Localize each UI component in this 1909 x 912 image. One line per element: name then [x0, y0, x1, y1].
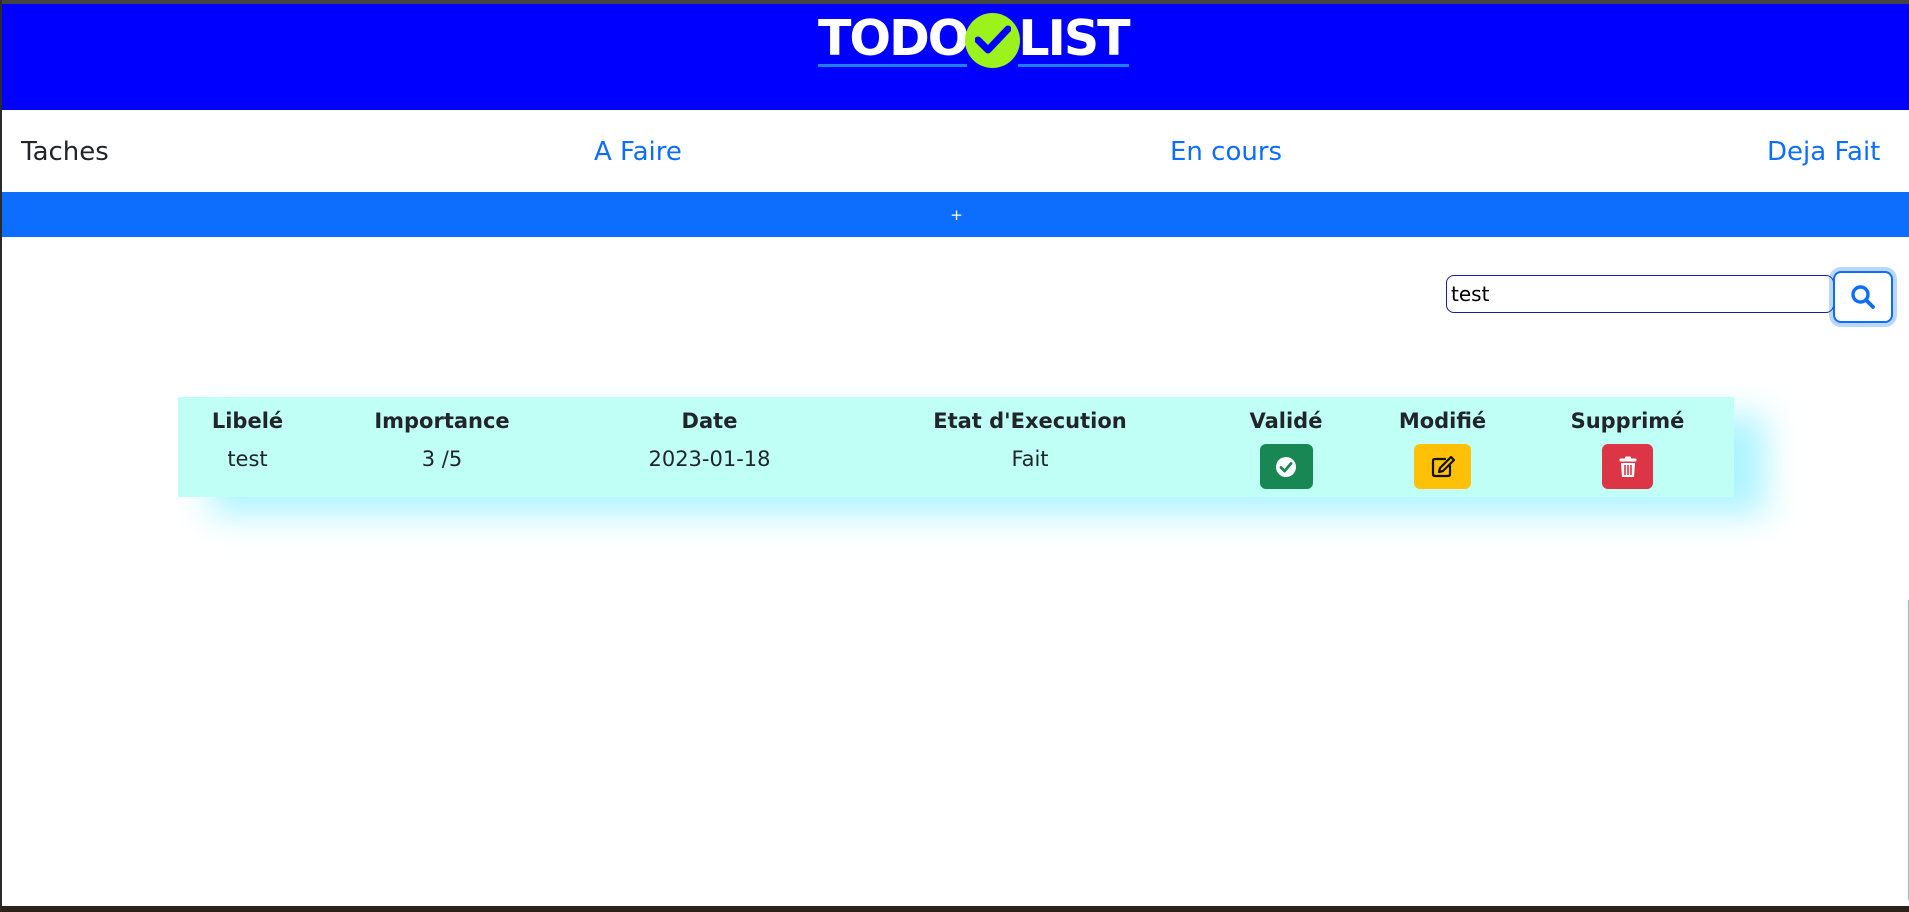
page: TODO LIST Taches A Faire En cours Deja F… [0, 0, 1909, 912]
column-header-date: Date [681, 409, 738, 433]
main-nav: Taches A Faire En cours Deja Fait [2, 110, 1909, 192]
cell-supprimer [1521, 439, 1734, 494]
logo-text-right: LIST [1018, 9, 1131, 67]
search-button[interactable] [1833, 271, 1893, 323]
logo-link[interactable]: TODO LIST [818, 9, 1131, 68]
table-row: test 3 /5 2023-01-18 Fait [178, 439, 1734, 494]
task-status: Fait [1011, 447, 1049, 471]
cell-etat: Fait [852, 439, 1208, 494]
check-circle-icon [1276, 456, 1296, 477]
window-bottom-border [2, 906, 1909, 912]
column-header-etat: Etat d'Execution [933, 409, 1127, 433]
edit-button[interactable] [1414, 444, 1471, 489]
tasks-table: Libelé Importance Date Etat d'Execution … [178, 397, 1734, 494]
cell-valider [1208, 439, 1364, 494]
cell-modifier [1364, 439, 1521, 494]
cell-libele: test [178, 439, 317, 494]
add-task-button[interactable]: + [2, 192, 1909, 237]
column-header-modifie: Modifié [1398, 409, 1487, 433]
table-header-row: Libelé Importance Date Etat d'Execution … [178, 397, 1734, 439]
validate-button[interactable] [1259, 444, 1313, 489]
logo-text-left: TODO [818, 9, 969, 67]
nav-link-en-cours[interactable]: En cours [1170, 136, 1282, 168]
search-icon [1851, 285, 1875, 309]
column-header-importance: Importance [374, 409, 510, 433]
nav-brand: Taches [21, 137, 109, 167]
cell-date: 2023-01-18 [567, 439, 852, 494]
column-header-valide: Validé [1249, 409, 1323, 433]
delete-button[interactable] [1602, 444, 1653, 489]
edit-icon [1431, 455, 1455, 477]
search-input[interactable] [1446, 275, 1834, 313]
trash-icon [1619, 456, 1636, 477]
tasks-table-container: Libelé Importance Date Etat d'Execution … [178, 397, 1734, 497]
task-date: 2023-01-18 [648, 447, 771, 471]
check-circle-icon [965, 12, 1021, 68]
site-header: TODO LIST [2, 4, 1909, 110]
nav-link-a-faire[interactable]: A Faire [594, 136, 682, 168]
column-header-supprime: Supprimé [1570, 409, 1685, 433]
task-importance: 3 /5 [421, 447, 463, 471]
cell-importance: 3 /5 [317, 439, 567, 494]
nav-link-deja-fait[interactable]: Deja Fait [1767, 136, 1880, 168]
check-glyph [974, 25, 1011, 54]
task-label: test [227, 447, 268, 471]
column-header-libele: Libelé [211, 409, 284, 433]
